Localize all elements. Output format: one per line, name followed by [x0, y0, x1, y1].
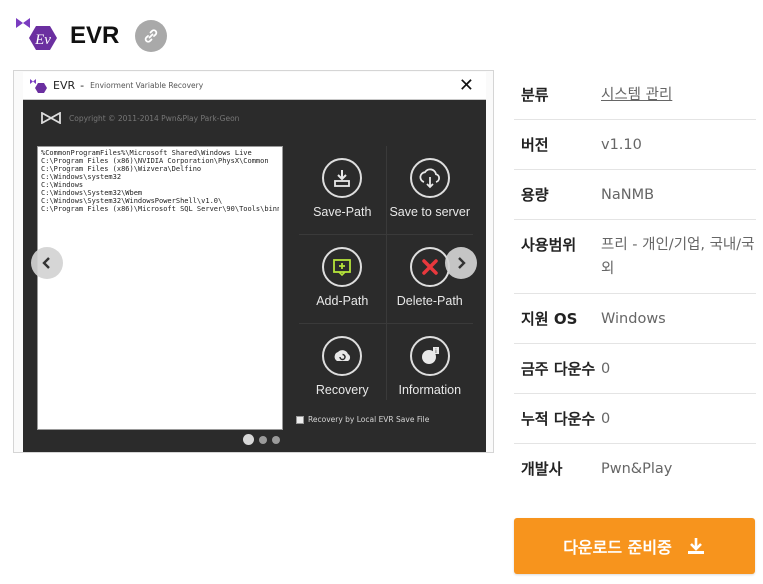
size-label: 용량	[521, 186, 549, 204]
save-to-server-tile: Save to server	[386, 146, 473, 234]
chevron-left-icon	[42, 257, 50, 269]
carousel-dot-3[interactable]	[272, 435, 280, 444]
path-entry: C:\Program Files (x86)\Microsoft SQL Ser…	[41, 205, 279, 213]
carousel-dot-2[interactable]	[259, 435, 267, 444]
evr-logo: Ev	[14, 16, 60, 56]
app-info-table: 분류 시스템 관리 버전 v1.10 용량 NaNMB 사용범위 프리 - 개인…	[514, 70, 756, 493]
carousel-next-button[interactable]	[445, 247, 477, 279]
information-tile: i Information	[386, 324, 473, 402]
delete-path-label: Delete-Path	[396, 294, 463, 308]
path-entry: C:\Program Files (x86)\NVIDIA Corporatio…	[41, 157, 269, 165]
screenshot-titlebar: EVR - Enviorment Variable Recovery ✕	[23, 72, 486, 100]
app-title: EVR	[70, 22, 120, 49]
info-row-weekly-downloads: 금주 다운수 0	[514, 344, 756, 394]
info-row-total-downloads: 누적 다운수 0	[514, 394, 756, 444]
evr-small-logo-icon	[30, 78, 47, 93]
action-grid: Save-Path Save to server Add-Path Delete…	[299, 146, 473, 402]
logo-text: Ev	[34, 32, 51, 48]
save-to-server-label: Save to server	[389, 205, 471, 219]
info-row-size: 용량 NaNMB	[514, 170, 756, 220]
add-path-label: Add-Path	[316, 294, 369, 308]
save-path-label: Save-Path	[313, 205, 372, 219]
size-value: NaNMB	[601, 187, 655, 203]
os-value: Windows	[601, 311, 666, 327]
weekly-downloads-value: 0	[601, 361, 611, 377]
information-icon: i	[409, 336, 450, 376]
screenshot-title-dash: -	[80, 79, 85, 92]
download-button[interactable]: 다운로드 준비중	[514, 518, 755, 574]
category-label: 분류	[521, 86, 549, 104]
screenshot-copyright: Copyright © 2011-2014 Pwn&Play Park-Geon	[41, 112, 239, 124]
information-label: Information	[398, 383, 462, 397]
carousel-dot-1[interactable]	[243, 434, 254, 445]
license-value: 프리 - 개인/기업, 국내/국외	[601, 237, 755, 277]
app-header: Ev EVR	[14, 14, 168, 58]
add-path-tile: Add-Path	[299, 235, 386, 323]
category-link[interactable]: 시스템 관리	[601, 83, 756, 107]
version-value: v1.10	[601, 137, 642, 153]
developer-label: 개발사	[521, 460, 563, 478]
save-path-icon	[322, 158, 363, 198]
bowtie-icon	[41, 112, 61, 124]
path-list: %CommonProgramFiles%\Microsoft Shared\Wi…	[37, 146, 283, 430]
download-label: 다운로드 준비중	[563, 538, 672, 557]
share-link-button[interactable]	[135, 20, 168, 52]
screenshot-carousel: EVR - Enviorment Variable Recovery ✕ Cop…	[13, 70, 494, 453]
carousel-dots	[243, 434, 280, 445]
info-row-version: 버전 v1.10	[514, 120, 756, 170]
license-label: 사용범위	[521, 236, 577, 254]
screenshot-close-icon: ✕	[458, 75, 474, 96]
recovery-label: Recovery	[315, 383, 369, 397]
recovery-tile: Recovery	[299, 324, 386, 402]
checkbox-label: Recovery by Local EVR Save File	[308, 415, 430, 424]
delete-x-icon	[409, 247, 450, 287]
chevron-right-icon	[458, 257, 466, 269]
info-row-os: 지원 OS Windows	[514, 294, 756, 344]
screenshot-window-title: EVR	[53, 79, 76, 92]
developer-value: Pwn&Play	[601, 461, 673, 477]
recovery-icon	[322, 336, 363, 376]
info-row-category: 분류 시스템 관리	[514, 70, 756, 120]
cloud-upload-icon	[409, 158, 450, 198]
path-entry: C:\Windows	[41, 181, 84, 189]
total-downloads-value: 0	[601, 411, 611, 427]
link-icon	[145, 29, 158, 43]
weekly-downloads-label: 금주 다운수	[521, 360, 596, 378]
path-entry: C:\Windows\System32\WindowsPowerShell\v1…	[41, 197, 223, 205]
save-path-tile: Save-Path	[299, 146, 386, 234]
path-entry: C:\Program Files (x86)\Wizvera\Delfino	[41, 165, 202, 173]
download-icon	[687, 538, 704, 554]
path-entry: C:\Windows\System32\Wbem	[41, 189, 143, 197]
version-label: 버전	[521, 136, 549, 154]
info-row-license: 사용범위 프리 - 개인/기업, 국내/국외	[514, 220, 756, 294]
recovery-local-checkbox: Recovery by Local EVR Save File	[296, 415, 429, 424]
path-entry: C:\Windows\system32	[41, 173, 122, 181]
total-downloads-label: 누적 다운수	[521, 410, 596, 428]
copyright-text: Copyright © 2011-2014 Pwn&Play Park-Geon	[69, 113, 240, 123]
checkbox-box	[296, 415, 304, 424]
carousel-prev-button[interactable]	[31, 247, 63, 279]
screenshot-image: EVR - Enviorment Variable Recovery ✕ Cop…	[23, 72, 486, 452]
path-entry: %CommonProgramFiles%\Microsoft Shared\Wi…	[41, 149, 252, 157]
add-path-icon	[322, 247, 363, 287]
os-label: 지원 OS	[521, 310, 578, 328]
screenshot-window-subtitle: Enviorment Variable Recovery	[90, 81, 204, 90]
info-row-developer: 개발사 Pwn&Play	[514, 444, 756, 493]
